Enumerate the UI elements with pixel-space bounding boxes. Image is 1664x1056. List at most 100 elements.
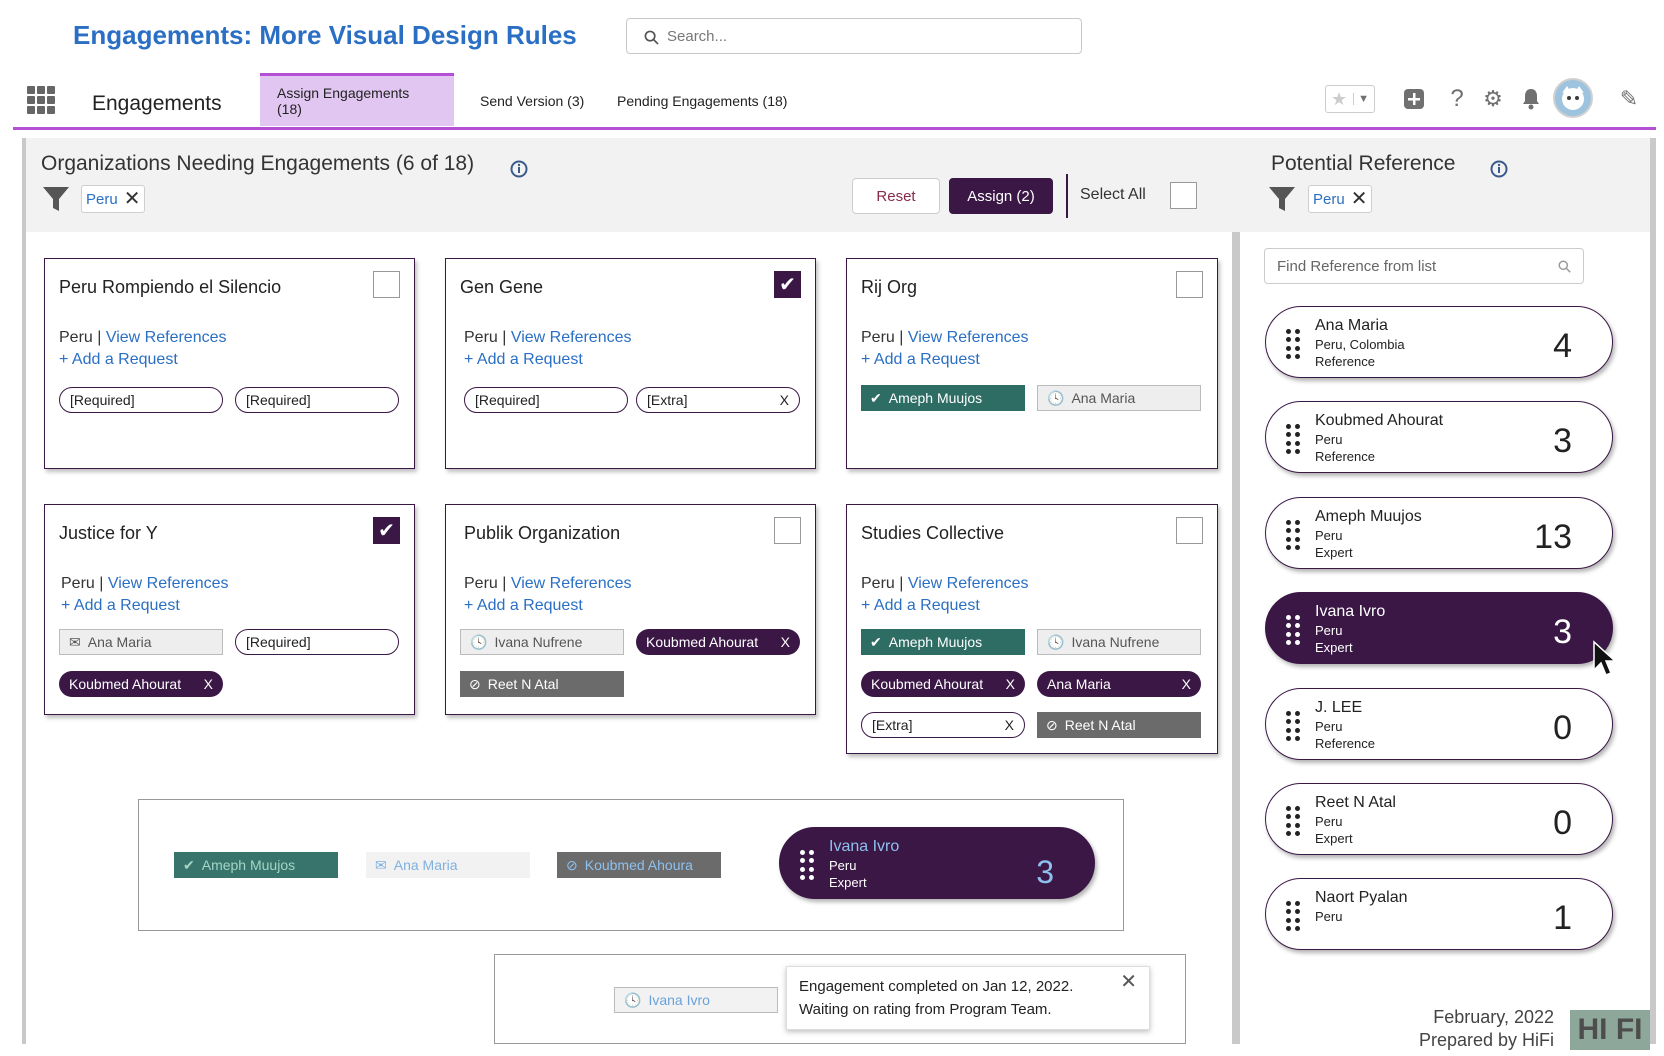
tab-send-version[interactable]: Send Version (3) xyxy=(463,74,601,127)
pending-reference-chip[interactable]: 🕓 Ivana Nufrene xyxy=(1037,629,1201,655)
dragging-declined-chip[interactable]: ⊘ Koubmed Ahoura xyxy=(557,852,721,878)
filter-pill-peru[interactable]: Peru ✕ xyxy=(1308,185,1373,213)
org-card-checkbox[interactable] xyxy=(1176,271,1203,298)
close-icon[interactable]: ✕ xyxy=(124,189,141,209)
dragging-completed-chip[interactable]: ✔ Ameph Muujos xyxy=(174,852,338,878)
org-card-checkbox[interactable] xyxy=(774,517,801,544)
pending-reference-chip[interactable]: 🕓 Ana Maria xyxy=(1037,385,1201,411)
filter-pill-peru[interactable]: Peru ✕ xyxy=(81,185,146,213)
view-references-link[interactable]: View References xyxy=(511,575,632,592)
drag-handle-icon[interactable] xyxy=(800,850,814,880)
reference-card[interactable]: Ana Maria Peru, Colombia Reference 4 xyxy=(1265,306,1613,378)
reference-card[interactable]: J. LEE Peru Reference 0 xyxy=(1265,688,1613,760)
add-request-link[interactable]: + Add a Request xyxy=(861,597,980,615)
org-card-location: Peru | View References xyxy=(464,329,632,346)
org-card[interactable]: Gen Gene ✔ Peru | View References + Add … xyxy=(445,258,816,469)
close-icon[interactable]: ✕ xyxy=(1120,971,1137,994)
declined-reference-chip[interactable]: ⊘ Reet N Atal xyxy=(1037,712,1201,738)
tab-assign-engagements[interactable]: Assign Engagements (18) xyxy=(260,73,454,126)
help-icon[interactable]: ? xyxy=(1445,84,1469,114)
drag-handle-icon[interactable] xyxy=(1286,520,1300,550)
remove-icon[interactable]: X xyxy=(1006,676,1015,692)
reference-card[interactable]: Koubmed Ahourat Peru Reference 3 xyxy=(1265,401,1613,473)
org-card[interactable]: Justice for Y ✔ Peru | View References +… xyxy=(44,504,415,715)
select-all-checkbox[interactable] xyxy=(1170,182,1197,209)
reference-card[interactable]: Naort Pyalan Peru 1 xyxy=(1265,878,1613,950)
drag-handle-icon[interactable] xyxy=(1286,806,1300,836)
reset-button[interactable]: Reset xyxy=(852,178,940,214)
org-card-checkbox[interactable] xyxy=(373,271,400,298)
org-card[interactable]: Studies Collective Peru | View Reference… xyxy=(846,504,1218,754)
global-search[interactable]: Search... xyxy=(626,18,1082,54)
filter-pill-label: Peru xyxy=(1313,190,1345,208)
remove-icon[interactable]: X xyxy=(1005,717,1014,733)
view-references-link[interactable]: View References xyxy=(908,575,1029,592)
potential-reference-heading: Potential Reference xyxy=(1271,152,1456,175)
gear-icon[interactable]: ⚙ xyxy=(1481,84,1505,114)
emailed-reference-chip[interactable]: ✉ Ana Maria xyxy=(59,629,223,655)
drag-handle-icon[interactable] xyxy=(1286,424,1300,454)
pending-reference-chip[interactable]: 🕓 Ivana Nufrene xyxy=(460,629,624,655)
required-slot[interactable]: [Required] xyxy=(464,387,628,413)
remove-icon[interactable]: X xyxy=(1182,676,1191,692)
tab-pending-engagements[interactable]: Pending Engagements (18) xyxy=(600,74,804,127)
drag-handle-icon[interactable] xyxy=(1286,329,1300,359)
org-card[interactable]: Publik Organization Peru | View Referenc… xyxy=(445,504,816,715)
dragging-reference-card[interactable]: Ivana Ivro Peru Expert 3 xyxy=(779,827,1095,899)
reference-card[interactable]: Reet N Atal Peru Expert 0 xyxy=(1265,783,1613,855)
reference-card[interactable]: Ameph Muujos Peru Expert 13 xyxy=(1265,497,1613,569)
pending-reference-chip[interactable]: 🕓 Ivana Ivro xyxy=(614,987,778,1013)
org-card-checkbox[interactable] xyxy=(1176,517,1203,544)
completed-reference-chip[interactable]: ✔ Ameph Muujos xyxy=(861,385,1025,411)
view-references-link[interactable]: View References xyxy=(106,329,227,346)
bell-icon[interactable] xyxy=(1519,84,1543,114)
add-request-link[interactable]: + Add a Request xyxy=(464,597,583,615)
drag-handle-icon[interactable] xyxy=(1286,615,1300,645)
remove-icon[interactable]: X xyxy=(204,676,213,692)
dragging-emailed-chip[interactable]: ✉ Ana Maria xyxy=(366,852,530,878)
drag-handle-icon[interactable] xyxy=(1286,901,1300,931)
search-placeholder: Search... xyxy=(667,27,728,45)
app-launcher-icon[interactable] xyxy=(27,86,55,114)
org-card-checkbox[interactable]: ✔ xyxy=(373,517,400,544)
find-reference-input[interactable]: Find Reference from list xyxy=(1264,248,1584,284)
drag-handle-icon[interactable] xyxy=(1286,711,1300,741)
required-slot[interactable]: [Required] xyxy=(235,387,399,413)
assigned-reference-chip[interactable]: Koubmed Ahourat X xyxy=(636,629,800,655)
remove-icon[interactable]: X xyxy=(781,634,790,650)
extra-slot[interactable]: [Extra] X xyxy=(861,712,1025,738)
assign-button[interactable]: Assign (2) xyxy=(949,178,1053,214)
view-references-link[interactable]: View References xyxy=(108,575,229,592)
info-icon[interactable] xyxy=(1490,160,1508,178)
org-card[interactable]: Rij Org Peru | View References + Add a R… xyxy=(846,258,1218,469)
add-request-link[interactable]: + Add a Request xyxy=(464,351,583,369)
declined-reference-chip[interactable]: ⊘ Reet N Atal xyxy=(460,671,624,697)
required-slot[interactable]: [Required] xyxy=(235,629,399,655)
assigned-reference-chip[interactable]: Koubmed Ahourat X xyxy=(861,671,1025,697)
avatar[interactable] xyxy=(1553,78,1593,118)
edit-pencil-icon[interactable]: ✎ xyxy=(1617,84,1641,114)
reference-card[interactable]: Ivana Ivro Peru Expert 3 xyxy=(1265,592,1613,664)
organizations-header: Organizations Needing Engagements (6 of … xyxy=(26,138,1240,232)
add-icon[interactable] xyxy=(1402,84,1426,114)
required-slot[interactable]: [Required] xyxy=(59,387,223,413)
info-icon[interactable] xyxy=(510,160,528,178)
filter-icon[interactable] xyxy=(42,186,70,212)
completed-reference-chip[interactable]: ✔ Ameph Muujos xyxy=(861,629,1025,655)
extra-slot[interactable]: [Extra] X xyxy=(636,387,800,413)
add-request-link[interactable]: + Add a Request xyxy=(861,351,980,369)
add-request-link[interactable]: + Add a Request xyxy=(59,351,178,369)
view-references-link[interactable]: View References xyxy=(511,329,632,346)
assigned-reference-chip[interactable]: Koubmed Ahourat X xyxy=(59,671,223,697)
clock-icon: 🕓 xyxy=(1047,633,1065,650)
view-references-link[interactable]: View References xyxy=(908,329,1029,346)
reference-name: Ivana Ivro xyxy=(1315,603,1386,620)
filter-icon[interactable] xyxy=(1268,186,1296,212)
remove-icon[interactable]: X xyxy=(780,392,789,408)
assigned-reference-chip[interactable]: Ana Maria X xyxy=(1037,671,1201,697)
add-request-link[interactable]: + Add a Request xyxy=(61,597,180,615)
org-card[interactable]: Peru Rompiendo el Silencio Peru | View R… xyxy=(44,258,415,469)
favorites-button[interactable]: ★ ▼ xyxy=(1325,85,1375,113)
org-card-checkbox[interactable]: ✔ xyxy=(774,271,801,298)
close-icon[interactable]: ✕ xyxy=(1351,189,1368,209)
